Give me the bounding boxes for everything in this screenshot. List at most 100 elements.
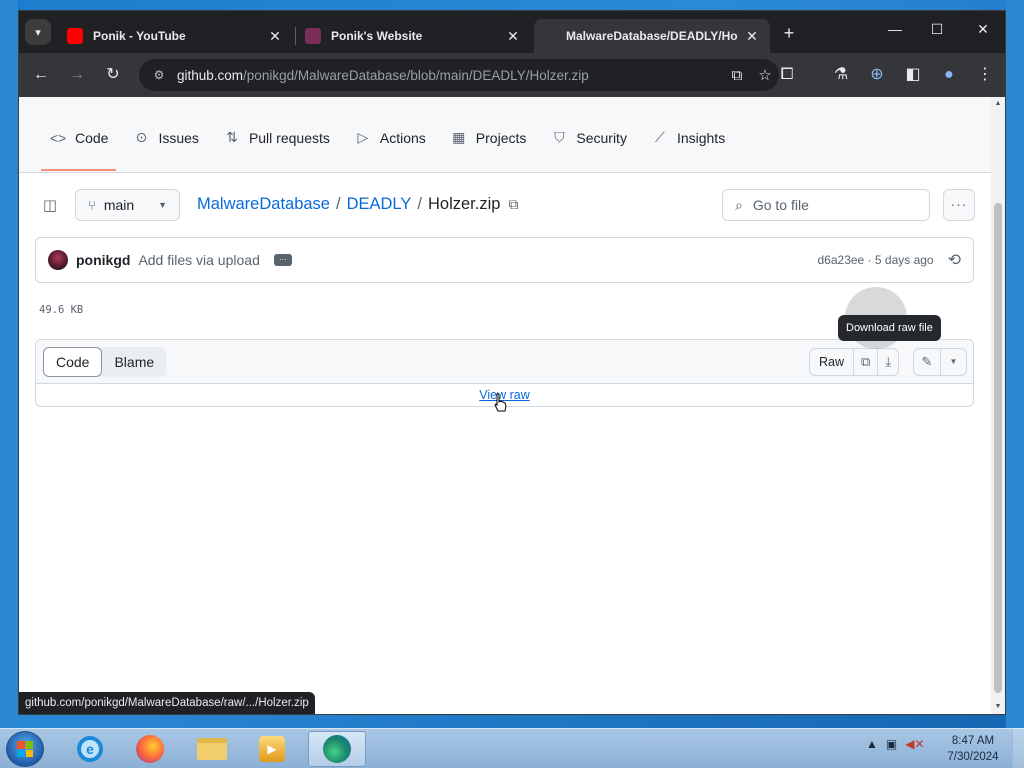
go-to-file-input[interactable]: ⌕ Go to file [722, 189, 930, 221]
tab-security[interactable]: ⛉ Security [542, 123, 635, 152]
tab-ponik-website[interactable]: Ponik's Website ✕ [295, 19, 531, 53]
more-options-button[interactable]: ··· [943, 189, 975, 221]
windows-logo-icon [17, 741, 33, 757]
tab-label: Issues [158, 129, 199, 146]
commit-expand-icon[interactable]: … [273, 254, 292, 266]
blame-view-button[interactable]: Blame [102, 347, 166, 377]
network-icon[interactable]: ▣ [886, 737, 897, 751]
commit-author[interactable]: ponikgd [76, 252, 130, 268]
tab-label: Pull requests [248, 129, 330, 146]
tab-pull-requests[interactable]: ⇅ Pull requests [215, 123, 338, 152]
scroll-up-icon[interactable]: ▲ [991, 97, 1005, 111]
download-tooltip: Download raw file [838, 315, 941, 341]
close-icon[interactable]: ✕ [744, 28, 760, 45]
install-app-icon[interactable]: ⧉ [723, 67, 751, 84]
branch-selector[interactable]: ⑂ main ▼ [75, 189, 180, 221]
status-bar-url: github.com/ponikgd/MalwareDatabase/raw/.… [19, 692, 315, 714]
scroll-down-icon[interactable]: ▼ [991, 700, 1005, 714]
chevron-down-icon[interactable]: ▼ [940, 349, 966, 375]
copy-raw-icon[interactable]: ⧉ [854, 349, 879, 375]
browser-toolbar: ← → ↻ ⚙ github.com/ponikgd/MalwareDataba… [19, 53, 1005, 97]
tab-insights[interactable]: ⟋ Insights [643, 123, 733, 152]
tab-issues[interactable]: ⊙ Issues [124, 123, 206, 152]
volume-muted-icon[interactable]: ◀✕ [905, 737, 924, 751]
labs-icon[interactable]: ⚗ [831, 65, 851, 85]
search-icon: ⌕ [735, 196, 743, 213]
tab-actions[interactable]: ▷ Actions [346, 123, 434, 152]
shield-icon: ⛉ [554, 129, 565, 145]
taskbar-media-player[interactable]: ▶ [246, 731, 298, 767]
tab-youtube[interactable]: Ponik - YouTube ✕ [57, 19, 293, 53]
tab-code[interactable]: <> Code [41, 123, 117, 171]
firefox-icon [136, 735, 164, 763]
profile-avatar-icon[interactable]: ● [939, 65, 959, 85]
code-view-button[interactable]: Code [43, 347, 103, 377]
tab-label: Actions [379, 129, 426, 146]
issue-icon: ⊙ [135, 129, 148, 145]
youtube-icon [67, 28, 83, 44]
downloads-icon[interactable]: ⊕ [867, 65, 887, 85]
tab-search-button[interactable]: ▾ [25, 19, 51, 45]
close-icon[interactable]: ✕ [505, 28, 521, 45]
pull-request-icon: ⇅ [226, 129, 238, 145]
taskbar-firefox[interactable] [124, 731, 176, 767]
start-button[interactable] [6, 731, 44, 767]
commit-message[interactable]: Add files via upload [138, 252, 259, 268]
side-panel-icon[interactable]: ◧ [903, 65, 923, 85]
window-close-icon[interactable]: ✕ [971, 21, 995, 38]
scrollbar-thumb[interactable] [994, 203, 1002, 693]
raw-button[interactable]: Raw [810, 349, 855, 375]
close-icon[interactable]: ✕ [267, 28, 283, 45]
bookmark-star-icon[interactable]: ☆ [751, 66, 779, 84]
taskbar-clock[interactable]: 8:47 AM 7/30/2024 [942, 733, 1004, 765]
tab-title: Ponik's Website [331, 29, 423, 43]
tab-malware-database[interactable]: MalwareDatabase/DEADLY/Ho ✕ [534, 19, 770, 53]
taskbar-explorer[interactable] [186, 731, 238, 767]
taskbar-edge[interactable] [308, 731, 366, 767]
address-bar[interactable]: ⚙ github.com/ponikgd/MalwareDatabase/blo… [139, 59, 779, 91]
extensions-icon[interactable]: ⧠ [777, 65, 797, 85]
copy-path-icon[interactable]: ⧉ [508, 196, 518, 213]
pencil-icon[interactable]: ✎ [914, 349, 940, 375]
avatar[interactable] [48, 250, 68, 270]
media-player-icon: ▶ [259, 736, 285, 762]
reload-icon[interactable]: ↻ [103, 65, 123, 85]
tab-label: Code [75, 129, 109, 146]
back-icon[interactable]: ← [31, 65, 51, 85]
page-scrollbar[interactable]: ▲ ▼ [991, 97, 1005, 714]
url-text: github.com/ponikgd/MalwareDatabase/blob/… [177, 68, 723, 83]
new-tab-button[interactable]: + [779, 23, 799, 44]
taskbar-internet-explorer[interactable]: e [64, 731, 116, 767]
windows-taskbar: e ▶ ▲ ▣ ◀✕ 8:47 AM 7/30/2024 [0, 728, 1024, 768]
desktop-edge-left [0, 0, 18, 728]
page-viewport: <> Code ⊙ Issues ⇅ Pull requests ▷ Actio… [19, 97, 1005, 714]
raw-button-group: Raw ⧉ ⤓ [809, 348, 900, 376]
tab-projects[interactable]: ▦ Projects [442, 123, 535, 152]
breadcrumb: MalwareDatabase / DEADLY / Holzer.zip ⧉ [197, 195, 518, 214]
breadcrumb-folder-link[interactable]: DEADLY [347, 195, 412, 214]
tab-label: Insights [676, 129, 726, 146]
site-info-icon[interactable]: ⚙ [149, 68, 169, 82]
minimize-icon[interactable]: — [883, 21, 907, 37]
tab-strip: ▾ Ponik - YouTube ✕ Ponik's Website ✕ Ma… [19, 11, 1005, 53]
url-path: /ponikgd/MalwareDatabase/blob/main/DEADL… [243, 67, 589, 83]
menu-kebab-icon[interactable]: ⋮ [975, 65, 995, 85]
commit-meta[interactable]: d6a23ee · 5 days ago [818, 253, 934, 267]
graph-icon: ⟋ [655, 129, 665, 145]
breadcrumb-separator: / [417, 195, 422, 213]
caret-down-icon: ▼ [158, 200, 167, 210]
tray-expand-icon[interactable]: ▲ [866, 737, 878, 751]
code-panel-header: Code Blame Raw ⧉ ⤓ ✎ ▼ [36, 340, 973, 384]
download-icon[interactable]: ⤓ [878, 349, 898, 375]
history-icon[interactable]: ⟲ [948, 250, 961, 270]
clock-date: 7/30/2024 [947, 751, 999, 763]
show-desktop-button[interactable] [1012, 729, 1024, 768]
code-icon: <> [49, 129, 67, 146]
hand-cursor-icon [494, 393, 507, 412]
desktop-edge-right [1006, 0, 1024, 728]
folder-icon [197, 738, 227, 760]
maximize-icon[interactable]: ☐ [925, 21, 949, 38]
sidebar-toggle-icon[interactable]: ◫ [37, 193, 63, 219]
forward-icon[interactable]: → [67, 65, 87, 85]
breadcrumb-repo-link[interactable]: MalwareDatabase [197, 195, 330, 214]
